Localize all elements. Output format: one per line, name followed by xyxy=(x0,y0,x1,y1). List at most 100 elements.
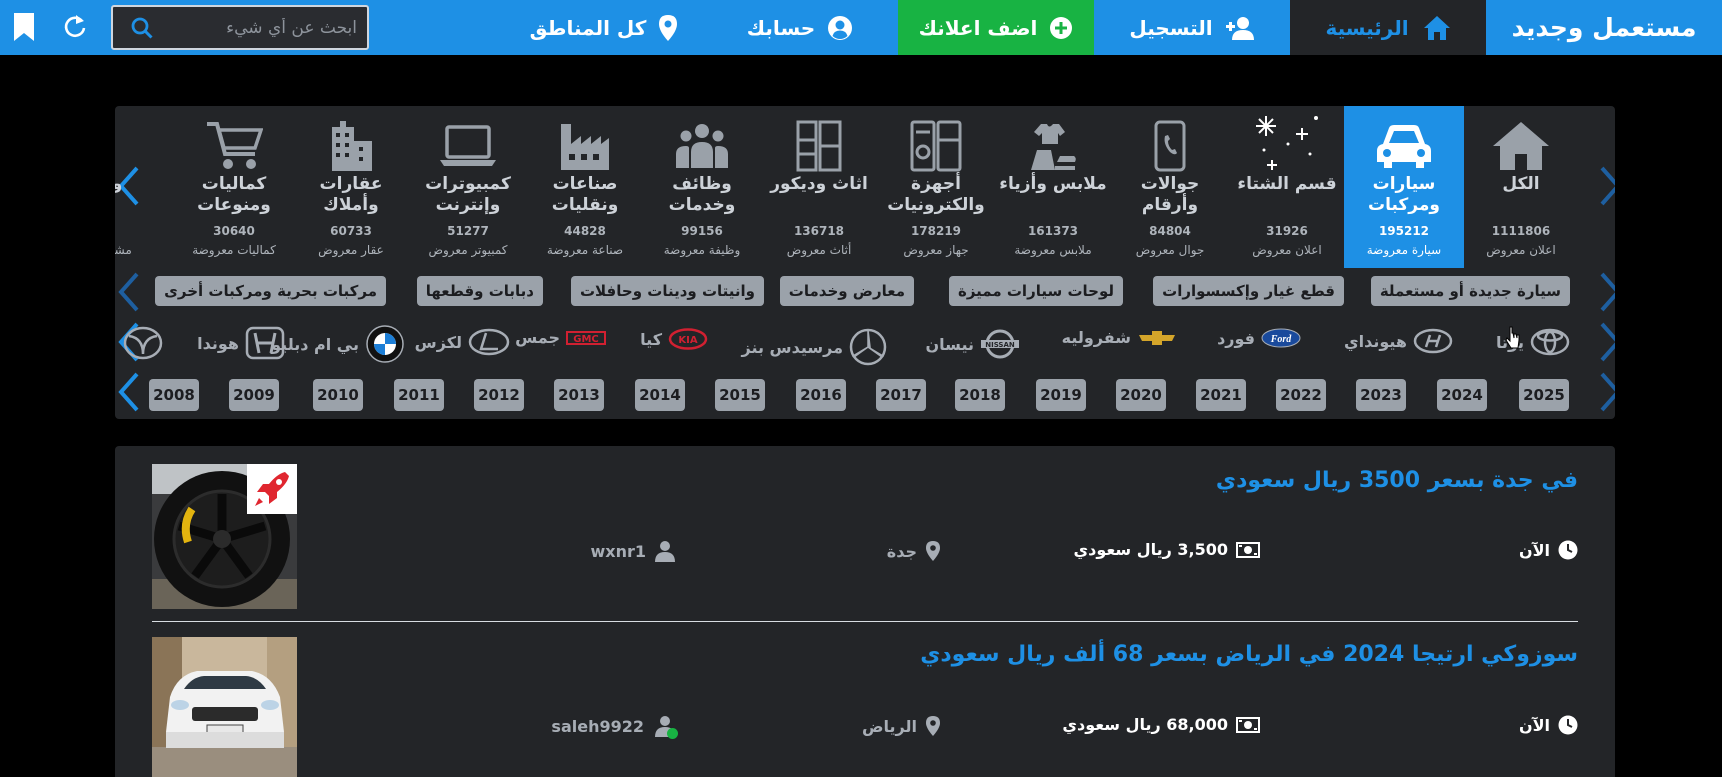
brand-gmc[interactable]: GMC جمس xyxy=(515,328,606,347)
brand-nissan[interactable]: NISSAN نيسان xyxy=(926,328,1020,360)
nav-register[interactable]: التسجيل xyxy=(1094,0,1290,55)
listing-title[interactable]: سوزوكي ارتيجا 2024 في الرياض بسعر 68 ألف… xyxy=(920,642,1578,667)
chevron-right-icon[interactable] xyxy=(1599,372,1615,412)
category-unit: كمبيوتر معروض xyxy=(428,243,508,257)
category-unit: سيارة معروضة xyxy=(1366,243,1442,257)
category-jobs[interactable]: وظائف وخدمات 99156 وظيفة معروضة xyxy=(642,106,762,268)
category-all[interactable]: الكل 1111806 اعلان معروض xyxy=(1461,106,1581,268)
year-pill[interactable]: 2020 xyxy=(1116,379,1166,411)
category-partial[interactable]: و مشرو xyxy=(115,106,177,268)
category-count: 84804 xyxy=(1149,224,1191,238)
year-pill[interactable]: 2011 xyxy=(394,379,444,411)
search-box[interactable] xyxy=(111,5,369,50)
category-name: الكل xyxy=(1502,174,1540,194)
category-computers[interactable]: كمبيوترات وإنترنت 51277 كمبيوتر معروض xyxy=(408,106,528,268)
category-phones[interactable]: جوالات وأرقام 84804 جوال معروض xyxy=(1110,106,1230,268)
building-icon xyxy=(332,121,372,171)
add-ad-button[interactable]: اضف اعلانك xyxy=(898,0,1094,55)
brand-kia[interactable]: KIA كيا xyxy=(640,328,708,350)
listing-user[interactable]: wxnr1 xyxy=(590,540,676,562)
category-winter[interactable]: قسم الشتاء 31926 اعلان معروض xyxy=(1227,106,1347,268)
year-pill[interactable]: 2015 xyxy=(715,379,765,411)
search-icon[interactable] xyxy=(131,17,153,39)
category-name: أجهزة والكترونيات xyxy=(887,174,985,215)
year-pill[interactable]: 2022 xyxy=(1276,379,1326,411)
year-pill[interactable]: 2013 xyxy=(554,379,604,411)
category-count: 51277 xyxy=(447,224,489,238)
category-cars[interactable]: سيارات ومركبات 195212 سيارة معروضة xyxy=(1344,106,1464,268)
brand-hyundai[interactable]: هيونداي xyxy=(1344,328,1453,354)
category-realestate[interactable]: عقارات وأملاك 60733 عقار معروض xyxy=(291,106,411,268)
year-pill[interactable]: 2017 xyxy=(876,379,926,411)
brand-label: فورد xyxy=(1217,328,1255,348)
category-electronics[interactable]: أجهزة والكترونيات 178219 جهاز معروض xyxy=(876,106,996,268)
subcategory-pill[interactable]: سيارة جديدة أو مستعملة xyxy=(1370,276,1570,306)
category-unit: جوال معروض xyxy=(1135,243,1205,257)
year-pill[interactable]: 2010 xyxy=(313,379,363,411)
year-pill[interactable]: 2009 xyxy=(229,379,279,411)
brand-lexus[interactable]: لكزس xyxy=(415,328,510,356)
year-pill[interactable]: 2016 xyxy=(796,379,846,411)
factory-icon xyxy=(561,124,609,170)
listing-title[interactable]: في جدة بسعر 3500 ريال سعودي xyxy=(1216,468,1578,493)
rocket-icon xyxy=(255,472,289,506)
chevron-right-icon[interactable] xyxy=(1599,272,1615,312)
year-pill[interactable]: 2023 xyxy=(1356,379,1406,411)
nav-home-label: الرئيسية xyxy=(1325,15,1409,40)
listing-price-label: 68,000 ريال سعودي xyxy=(1062,715,1228,734)
chevron-left-icon[interactable] xyxy=(118,372,140,412)
list-item[interactable]: سوزوكي ارتيجا 2024 في الرياض بسعر 68 ألف… xyxy=(152,622,1578,777)
year-pill[interactable]: 2014 xyxy=(635,379,685,411)
brand-chevrolet[interactable]: شفروليه xyxy=(1062,328,1177,347)
year-pill[interactable]: 2024 xyxy=(1437,379,1487,411)
mercedes-logo-icon xyxy=(849,328,887,366)
category-misc[interactable]: كماليات ومنوعات 30640 كماليات معروضة xyxy=(174,106,294,268)
listing-thumbnail[interactable] xyxy=(152,637,297,777)
nav-regions[interactable]: كل المناطق xyxy=(506,0,702,55)
category-name: اثاث وديكور xyxy=(770,174,868,194)
add-ad-label: اضف اعلانك xyxy=(918,15,1038,40)
clock-icon xyxy=(1558,715,1578,735)
category-name: وظائف وخدمات xyxy=(668,174,736,215)
category-clothing[interactable]: ملابس وأزياء 161373 ملابس معروضة xyxy=(993,106,1113,268)
nav-account[interactable]: حسابك xyxy=(702,0,898,55)
category-count: 44828 xyxy=(564,224,606,238)
subcategory-pill[interactable]: مركبات بحرية ومركبات أخرى xyxy=(155,276,386,306)
subcategory-pill[interactable]: لوحات سيارات مميزة xyxy=(948,276,1123,306)
year-pill[interactable]: 2008 xyxy=(149,379,199,411)
nav-home[interactable]: الرئيسية xyxy=(1290,0,1486,55)
subcategory-pill[interactable]: قطع غيار وإكسسوارات xyxy=(1153,276,1344,306)
category-count: 30640 xyxy=(213,224,255,238)
list-item[interactable]: في جدة بسعر 3500 ريال سعودي الآن 3,500 ر… xyxy=(152,446,1578,621)
brand-bmw[interactable]: بي ام دبليو xyxy=(271,324,405,364)
category-industry[interactable]: صناعات ونقليات 44828 صناعة معروضة xyxy=(525,106,645,268)
subcategory-pill[interactable]: دبابات وقطعها xyxy=(416,276,543,306)
bookmark-icon[interactable] xyxy=(12,12,36,42)
year-pill[interactable]: 2021 xyxy=(1196,379,1246,411)
brand-label: مرسيدس بنز xyxy=(741,337,843,357)
subcategory-pill[interactable]: وانيتات ودينات وحافلات xyxy=(570,276,764,306)
chevrolet-logo-icon xyxy=(1139,330,1175,345)
year-pill[interactable]: 2019 xyxy=(1036,379,1086,411)
category-furniture[interactable]: اثاث وديكور 136718 أثاث معروض xyxy=(759,106,879,268)
chevron-left-icon[interactable] xyxy=(118,272,140,312)
site-logo[interactable]: مستعمل وجديد xyxy=(1486,0,1722,55)
refresh-icon[interactable] xyxy=(62,13,88,41)
brand-honda[interactable]: هوندا xyxy=(197,326,285,360)
category-name: ملابس وأزياء xyxy=(999,174,1107,194)
mazda-logo-icon[interactable] xyxy=(123,326,163,360)
map-pin-icon xyxy=(926,541,940,561)
year-pill[interactable]: 2018 xyxy=(955,379,1005,411)
listing-user[interactable]: saleh9922 xyxy=(551,715,678,739)
brand-ford[interactable]: Ford فورد xyxy=(1217,328,1301,348)
search-input[interactable] xyxy=(177,15,357,41)
chevron-right-icon[interactable] xyxy=(1599,166,1615,206)
brand-mercedes[interactable]: مرسيدس بنز xyxy=(741,328,887,366)
subcategory-pill[interactable]: معارض وخدمات xyxy=(779,276,914,306)
year-pill[interactable]: 2025 xyxy=(1519,379,1569,411)
listing-thumbnail[interactable] xyxy=(152,464,297,609)
chevron-right-icon[interactable] xyxy=(1599,322,1615,362)
category-unit: كماليات معروضة xyxy=(192,243,276,257)
year-pill[interactable]: 2012 xyxy=(474,379,524,411)
category-unit: عقار معروض xyxy=(318,243,384,257)
